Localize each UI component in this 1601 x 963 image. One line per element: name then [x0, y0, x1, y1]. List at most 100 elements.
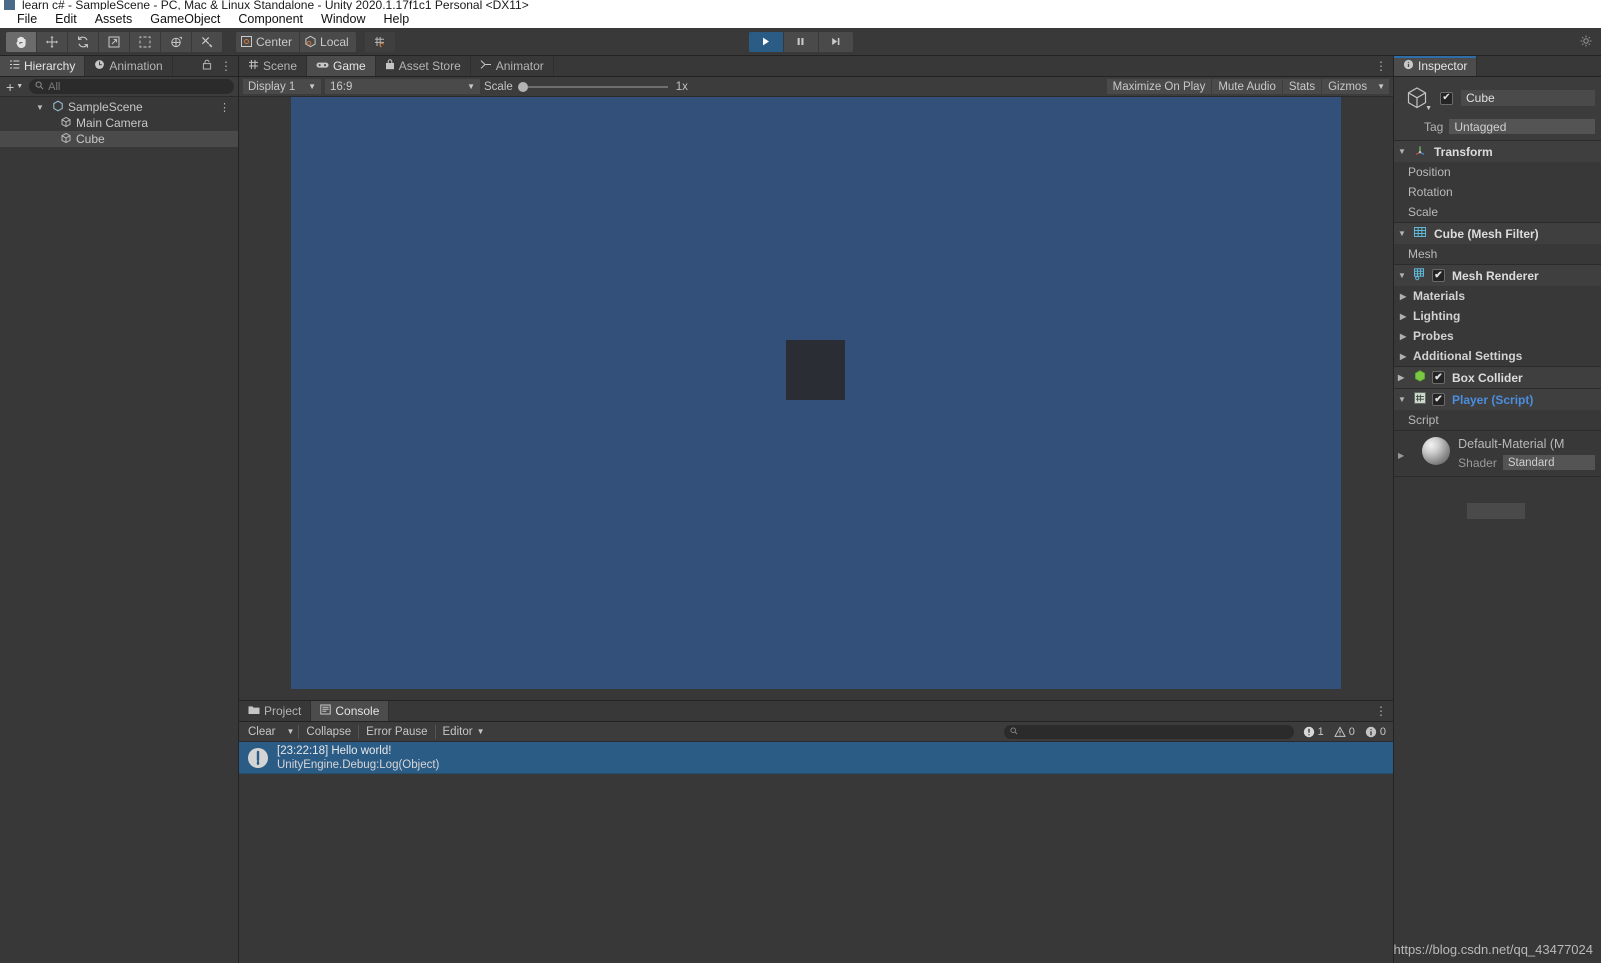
triangle-right-icon[interactable]: ▶: [1400, 352, 1408, 361]
triangle-right-icon[interactable]: ▶: [1398, 451, 1404, 460]
lock-icon[interactable]: [202, 59, 212, 73]
tag-dropdown[interactable]: Untagged: [1449, 119, 1595, 134]
pivot-mode-button[interactable]: Center: [236, 31, 300, 52]
hierarchy-add-button[interactable]: + ▼: [4, 79, 25, 95]
property-probes[interactable]: ▶ Probes: [1394, 326, 1601, 346]
tab-project[interactable]: Project: [239, 701, 312, 721]
object-enabled-checkbox[interactable]: ✔: [1440, 91, 1453, 105]
component-header[interactable]: ▼ ✔ Player (Script): [1394, 389, 1601, 410]
menu-component[interactable]: Component: [229, 12, 312, 26]
aspect-dropdown-value: 16:9: [330, 80, 353, 93]
chevron-down-icon[interactable]: ▼: [1425, 105, 1432, 112]
error-count-badge[interactable]: 1: [1298, 724, 1329, 740]
info-count-badge[interactable]: 0: [1360, 724, 1391, 740]
component-header[interactable]: ▼ Cube (Mesh Filter): [1394, 223, 1601, 244]
center-menu-icon[interactable]: ⋮: [1375, 59, 1387, 73]
clear-button[interactable]: Clear: [241, 724, 282, 740]
layers-settings-icon[interactable]: [1579, 34, 1593, 51]
menu-assets[interactable]: Assets: [86, 12, 142, 26]
tab-animation[interactable]: Animation: [85, 56, 173, 76]
transform-tool-button[interactable]: [161, 31, 191, 52]
hand-tool-button[interactable]: [6, 31, 36, 52]
menu-window[interactable]: Window: [312, 12, 374, 26]
clear-dropdown-button[interactable]: ▼: [282, 724, 298, 740]
hierarchy-item-samplescene[interactable]: ▼ SampleScene ⋮: [0, 99, 238, 115]
add-component-button[interactable]: [1466, 503, 1525, 519]
console-log-entry[interactable]: [23:22:18] Hello world! UnityEngine.Debu…: [239, 742, 1393, 774]
property-additional-settings[interactable]: ▶ Additional Settings: [1394, 346, 1601, 366]
gizmos-dropdown-arrow[interactable]: ▼: [1373, 79, 1389, 94]
console-menu-icon[interactable]: ⋮: [1375, 704, 1387, 718]
triangle-right-icon[interactable]: ▶: [1400, 312, 1408, 321]
component-enabled-checkbox[interactable]: ✔: [1432, 269, 1445, 282]
foldout-icon[interactable]: ▶: [1398, 373, 1408, 382]
console-log-list[interactable]: [239, 774, 1393, 963]
foldout-icon[interactable]: ▼: [1398, 229, 1408, 238]
play-button[interactable]: [748, 31, 783, 52]
tab-hierarchy[interactable]: Hierarchy: [0, 56, 86, 76]
foldout-icon[interactable]: ▼: [1398, 395, 1408, 404]
display-dropdown[interactable]: Display 1 ▼: [243, 79, 321, 94]
foldout-icon[interactable]: ▼: [1398, 147, 1408, 156]
component-enabled-checkbox[interactable]: ✔: [1432, 393, 1445, 406]
property-lighting[interactable]: ▶ Lighting: [1394, 306, 1601, 326]
grid-snap-button[interactable]: [364, 31, 395, 52]
component-header[interactable]: ▶ ✔ Box Collider: [1394, 367, 1601, 388]
mute-audio-button[interactable]: Mute Audio: [1212, 79, 1283, 94]
foldout-icon[interactable]: ▼: [1398, 271, 1408, 280]
slider-knob[interactable]: [517, 81, 528, 92]
collapse-button[interactable]: Collapse: [299, 724, 358, 740]
move-tool-button[interactable]: [37, 31, 67, 52]
component-enabled-checkbox[interactable]: ✔: [1432, 371, 1445, 384]
aspect-dropdown[interactable]: 16:9 ▼: [325, 79, 480, 94]
tab-asset-store[interactable]: Asset Store: [375, 56, 471, 76]
tab-inspector[interactable]: Inspector: [1394, 56, 1478, 76]
custom-tool-button[interactable]: [192, 31, 222, 52]
menu-edit[interactable]: Edit: [46, 12, 86, 26]
slider-track[interactable]: [527, 85, 668, 88]
menu-file[interactable]: File: [8, 12, 46, 26]
scale-tool-button[interactable]: [99, 31, 129, 52]
step-button[interactable]: [818, 31, 853, 52]
triangle-right-icon[interactable]: ▶: [1400, 332, 1408, 341]
tab-console[interactable]: Console: [311, 701, 390, 721]
tab-game[interactable]: Game: [307, 56, 376, 76]
shader-dropdown[interactable]: Standard: [1502, 455, 1595, 470]
editor-dropdown-button[interactable]: Editor ▼: [436, 724, 492, 740]
warning-count-badge[interactable]: 0: [1329, 724, 1360, 740]
component-header[interactable]: ▼ Transform: [1394, 141, 1601, 162]
scale-slider[interactable]: [517, 81, 668, 92]
pivot-mode-label: Center: [256, 34, 293, 49]
foldout-icon[interactable]: ▼: [34, 103, 46, 112]
hierarchy-item-cube[interactable]: Cube: [0, 131, 238, 147]
pivot-rotation-button[interactable]: Local: [300, 31, 356, 52]
error-pause-button[interactable]: Error Pause: [359, 724, 434, 740]
property-rotation[interactable]: Rotation: [1394, 182, 1601, 202]
game-view[interactable]: [239, 97, 1393, 700]
hierarchy-item-main-camera[interactable]: Main Camera: [0, 115, 238, 131]
game-render-canvas[interactable]: [291, 97, 1341, 689]
rect-tool-button[interactable]: [130, 31, 160, 52]
property-mesh[interactable]: Mesh: [1394, 244, 1601, 264]
triangle-right-icon[interactable]: ▶: [1400, 292, 1408, 301]
stats-button[interactable]: Stats: [1282, 79, 1323, 94]
tab-animator[interactable]: Animator: [470, 56, 554, 76]
property-materials[interactable]: ▶ Materials: [1394, 286, 1601, 306]
component-header[interactable]: ▼ ✔ Mesh Renderer: [1394, 265, 1601, 286]
maximize-on-play-button[interactable]: Maximize On Play: [1106, 79, 1213, 94]
pause-button[interactable]: [783, 31, 818, 52]
object-name-field[interactable]: Cube: [1461, 90, 1595, 106]
gizmos-button[interactable]: Gizmos: [1322, 79, 1374, 94]
info-icon: [1365, 726, 1377, 737]
menu-help[interactable]: Help: [374, 12, 418, 26]
hierarchy-menu-icon[interactable]: ⋮: [220, 59, 232, 73]
property-scale[interactable]: Scale: [1394, 202, 1601, 222]
tab-scene[interactable]: Scene: [239, 56, 308, 76]
menu-gameobject[interactable]: GameObject: [141, 12, 229, 26]
property-position[interactable]: Position: [1394, 162, 1601, 182]
rotate-tool-button[interactable]: [68, 31, 98, 52]
property-script[interactable]: Script: [1394, 410, 1601, 430]
hierarchy-search-input[interactable]: All: [29, 79, 234, 94]
console-search-input[interactable]: [1003, 724, 1294, 739]
scene-menu-icon[interactable]: ⋮: [219, 101, 230, 114]
